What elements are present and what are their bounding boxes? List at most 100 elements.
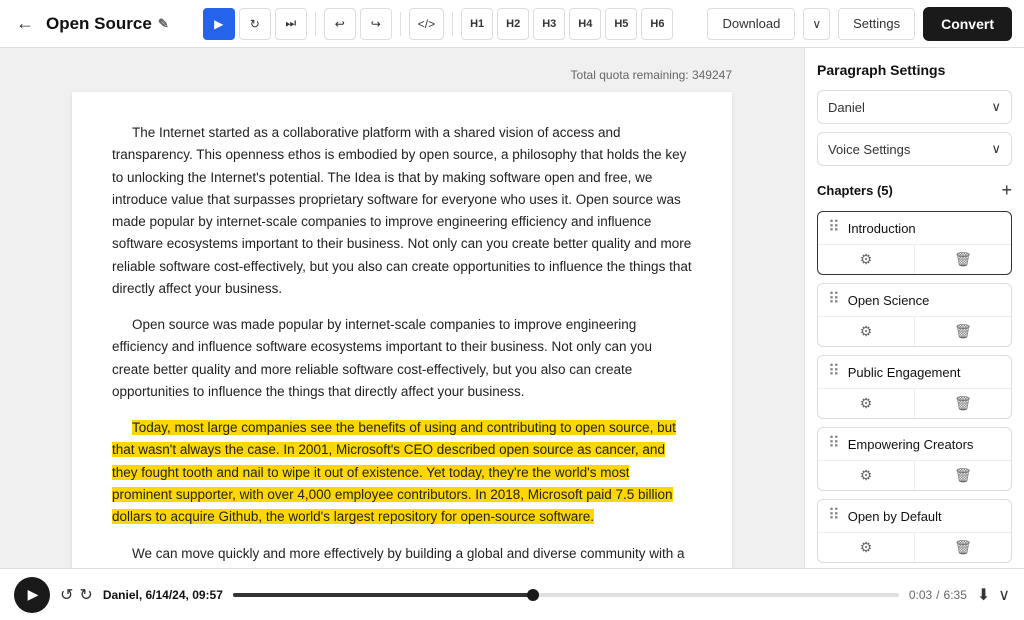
h1-button[interactable]: H1 (461, 8, 493, 40)
chapter-delete-button-2[interactable]: 🗑 (915, 389, 1011, 418)
chapter-settings-button-2[interactable]: ⚙ (818, 389, 915, 418)
chapter-settings-button-4[interactable]: ⚙ (818, 533, 915, 562)
chapter-name-4: ⠿ Open by Default (818, 500, 1011, 532)
chapter-delete-button-4[interactable]: 🗑 (915, 533, 1011, 562)
h2-button[interactable]: H2 (497, 8, 529, 40)
convert-button[interactable]: Convert (923, 7, 1012, 41)
chapter-item-0[interactable]: ⠿ Introduction ⚙ 🗑 (817, 211, 1012, 275)
toolbar-left: ← Open Source ✎ (12, 9, 169, 38)
chapter-actions-0: ⚙ 🗑 (818, 244, 1011, 274)
play-button[interactable]: ▶ (203, 8, 235, 40)
chapter-name-3: ⠿ Empowering Creators (818, 428, 1011, 460)
highlighted-paragraph: Today, most large companies see the bene… (112, 417, 692, 528)
chapter-settings-button-0[interactable]: ⚙ (818, 245, 915, 274)
code-button[interactable]: </> (409, 8, 444, 40)
current-time: 0:03 (909, 588, 932, 602)
h4-button[interactable]: H4 (569, 8, 601, 40)
time-display: 0:03 / 6:35 (909, 588, 967, 602)
add-chapter-button[interactable]: + (1001, 180, 1012, 201)
chapter-item-4[interactable]: ⠿ Open by Default ⚙ 🗑 (817, 499, 1012, 563)
quota-text: Total quota remaining: 349247 (571, 68, 732, 82)
toolbar-right: Download ∨ Settings Convert (707, 7, 1012, 41)
highlighted-text: Today, most large companies see the bene… (112, 420, 676, 524)
separator-1 (315, 12, 316, 36)
download-chevron-button[interactable]: ∨ (803, 8, 830, 40)
h6-button[interactable]: H6 (641, 8, 673, 40)
chapters-list: ⠿ Introduction ⚙ 🗑 ⠿ Open Science ⚙ 🗑 ⠿ … (817, 211, 1012, 563)
undo-button[interactable]: ↩ (324, 8, 356, 40)
skip-forward-button[interactable]: ⏭ (275, 8, 307, 40)
h3-button[interactable]: H3 (533, 8, 565, 40)
chapter-actions-3: ⚙ 🗑 (818, 460, 1011, 490)
document-page[interactable]: The Internet started as a collaborative … (72, 92, 732, 568)
quota-bar: Total quota remaining: 349247 (72, 68, 732, 82)
chapter-actions-1: ⚙ 🗑 (818, 316, 1011, 346)
time-separator: / (936, 588, 939, 602)
chapter-label-1: Open Science (848, 293, 930, 308)
chapter-name-1: ⠿ Open Science (818, 284, 1011, 316)
redo-button[interactable]: ↪ (360, 8, 392, 40)
edit-icon[interactable]: ✎ (158, 16, 169, 32)
player-info: Daniel, 6/14/24, 09:57 (103, 588, 223, 602)
drag-handle-icon-1: ⠿ (828, 292, 840, 308)
chapter-name-2: ⠿ Public Engagement (818, 356, 1011, 388)
download-button[interactable]: Download (707, 8, 795, 40)
drag-handle-icon-0: ⠿ (828, 220, 840, 236)
player-expand-button[interactable]: ∨ (998, 585, 1010, 605)
voice-value: Daniel (828, 100, 865, 115)
drag-handle-icon-3: ⠿ (828, 436, 840, 452)
refresh-button[interactable]: ↻ (239, 8, 271, 40)
paragraph-2: Open source was made popular by internet… (112, 314, 692, 403)
chapter-label-4: Open by Default (848, 509, 942, 524)
total-time: 6:35 (944, 588, 967, 602)
chapter-item-2[interactable]: ⠿ Public Engagement ⚙ 🗑 (817, 355, 1012, 419)
skip-back-button[interactable]: ↺ (60, 585, 73, 605)
voice-settings-dropdown[interactable]: Voice Settings ∨ (817, 132, 1012, 166)
chapter-label-2: Public Engagement (848, 365, 961, 380)
chapters-header: Chapters (5) + (817, 180, 1012, 201)
title-text: Open Source (46, 14, 152, 34)
player-download-button[interactable]: ⬇ (977, 585, 990, 605)
chapter-item-1[interactable]: ⠿ Open Science ⚙ 🗑 (817, 283, 1012, 347)
main-content: Total quota remaining: 349247 The Intern… (0, 48, 1024, 568)
separator-2 (400, 12, 401, 36)
drag-handle-icon-2: ⠿ (828, 364, 840, 380)
chapter-settings-button-1[interactable]: ⚙ (818, 317, 915, 346)
voice-settings-label: Voice Settings (828, 142, 910, 157)
chapter-actions-2: ⚙ 🗑 (818, 388, 1011, 418)
chapter-label-3: Empowering Creators (848, 437, 974, 452)
paragraph-1: The Internet started as a collaborative … (112, 122, 692, 300)
skip-forward-small-button[interactable]: ↻ (79, 585, 92, 605)
separator-3 (452, 12, 453, 36)
skip-buttons: ↺ ↻ (60, 585, 93, 605)
chapter-delete-button-0[interactable]: 🗑 (915, 245, 1011, 274)
chapter-delete-button-1[interactable]: 🗑 (915, 317, 1011, 346)
toolbar: ← Open Source ✎ ▶ ↻ ⏭ ↩ ↪ </> H1 H2 H3 H… (0, 0, 1024, 48)
voice-dropdown[interactable]: Daniel ∨ (817, 90, 1012, 124)
progress-fill (233, 593, 533, 597)
progress-track[interactable] (233, 593, 899, 597)
progress-thumb[interactable] (527, 589, 539, 601)
chapter-label-0: Introduction (848, 221, 916, 236)
right-panel: Paragraph Settings Daniel ∨ Voice Settin… (804, 48, 1024, 568)
chapter-item-3[interactable]: ⠿ Empowering Creators ⚙ 🗑 (817, 427, 1012, 491)
player-play-button[interactable]: ▶ (14, 577, 50, 613)
toolbar-center: ▶ ↻ ⏭ ↩ ↪ </> H1 H2 H3 H4 H5 H6 (203, 8, 674, 40)
chapters-title: Chapters (5) (817, 183, 893, 198)
chapter-actions-4: ⚙ 🗑 (818, 532, 1011, 562)
play-icon: ▶ (28, 586, 39, 603)
document-area: Total quota remaining: 349247 The Intern… (0, 48, 804, 568)
chapter-settings-button-3[interactable]: ⚙ (818, 461, 915, 490)
settings-button[interactable]: Settings (838, 8, 915, 40)
panel-title: Paragraph Settings (817, 62, 1012, 78)
player-bar: ▶ ↺ ↻ Daniel, 6/14/24, 09:57 0:03 / 6:35… (0, 568, 1024, 620)
h5-button[interactable]: H5 (605, 8, 637, 40)
chevron-down-icon-2: ∨ (991, 141, 1001, 157)
player-right: ⬇ ∨ (977, 585, 1010, 605)
drag-handle-icon-4: ⠿ (828, 508, 840, 524)
progress-bar-container (233, 593, 899, 597)
back-button[interactable]: ← (12, 9, 38, 38)
document-title: Open Source ✎ (46, 14, 169, 34)
chevron-down-icon: ∨ (991, 99, 1001, 115)
chapter-delete-button-3[interactable]: 🗑 (915, 461, 1011, 490)
